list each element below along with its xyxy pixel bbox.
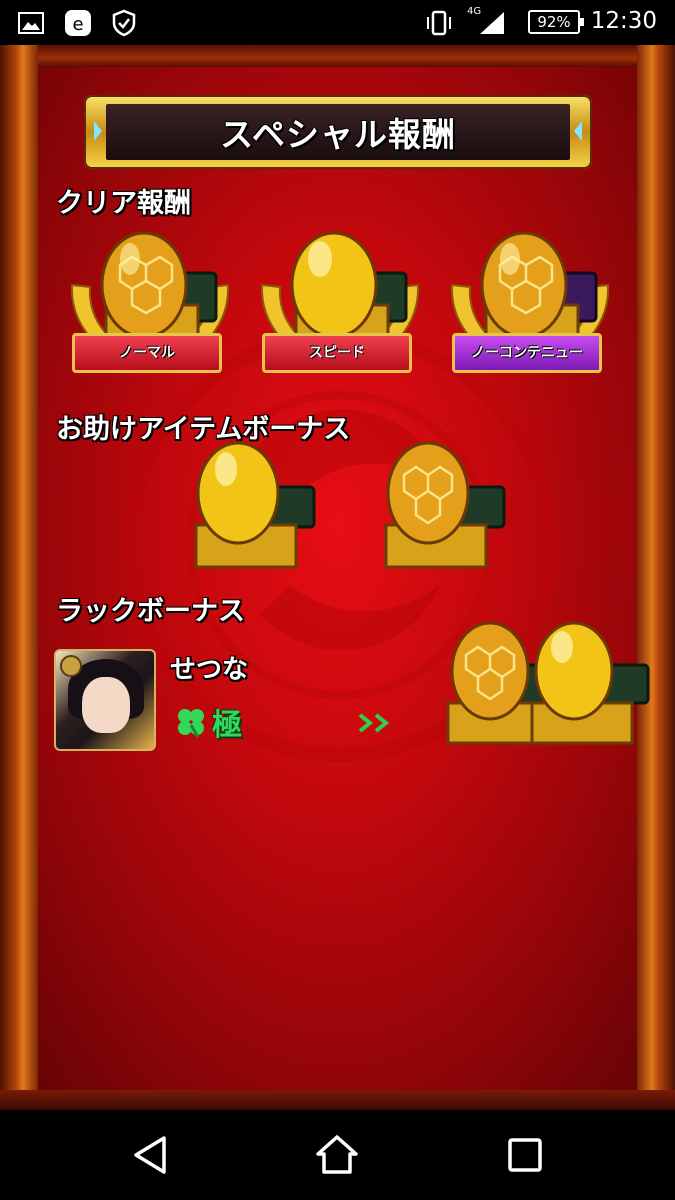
back-button[interactable]: [128, 1132, 174, 1178]
frame-top: [0, 45, 675, 67]
page-title: スペシャル報酬: [220, 115, 456, 154]
reward-speed: スピード: [250, 215, 430, 395]
element-medal-icon: [60, 655, 82, 677]
ribbon-normal: ノーマル: [72, 333, 222, 373]
reward-normal: ノーマル: [60, 215, 240, 395]
reward-no-continue: ノーコンテニュー: [440, 215, 620, 395]
recents-button[interactable]: [502, 1132, 548, 1178]
clock: 12:30: [590, 8, 657, 34]
section-luck-bonus: ラックボーナス: [56, 596, 245, 627]
ribbon-no-continue: ノーコンテニュー: [452, 333, 602, 373]
frame-left: [0, 45, 38, 1110]
character-name: せつな: [170, 655, 249, 685]
frame-right: [637, 45, 675, 1110]
home-button[interactable]: [314, 1132, 360, 1178]
special-reward-screen: スペシャル報酬 クリア報酬 ノーマル スピード ノーコンテニュー お助けアイテム…: [0, 45, 675, 1110]
title-banner: スペシャル報酬: [84, 95, 592, 169]
browser-icon: e: [65, 10, 91, 36]
item-bonus-egg-2: [384, 441, 506, 569]
svg-text:e: e: [72, 14, 83, 35]
vibrate-icon: [427, 10, 451, 36]
clover-icon: [178, 709, 204, 738]
luck-rank: 極: [212, 708, 242, 743]
image-icon: [18, 12, 44, 34]
status-bar: e 4G 92% 12:30: [0, 0, 675, 45]
character-avatar: [54, 649, 156, 751]
signal-icon: [480, 12, 504, 34]
battery-indicator: 92%: [528, 10, 584, 34]
ribbon-speed: スピード: [262, 333, 412, 373]
double-arrow-icon: [358, 713, 390, 733]
frame-bottom: [0, 1090, 675, 1110]
item-bonus-egg-1: [194, 441, 316, 569]
navigation-bar: [0, 1110, 675, 1200]
shield-icon: [112, 9, 136, 37]
luck-bonus-egg-2: [530, 621, 650, 745]
